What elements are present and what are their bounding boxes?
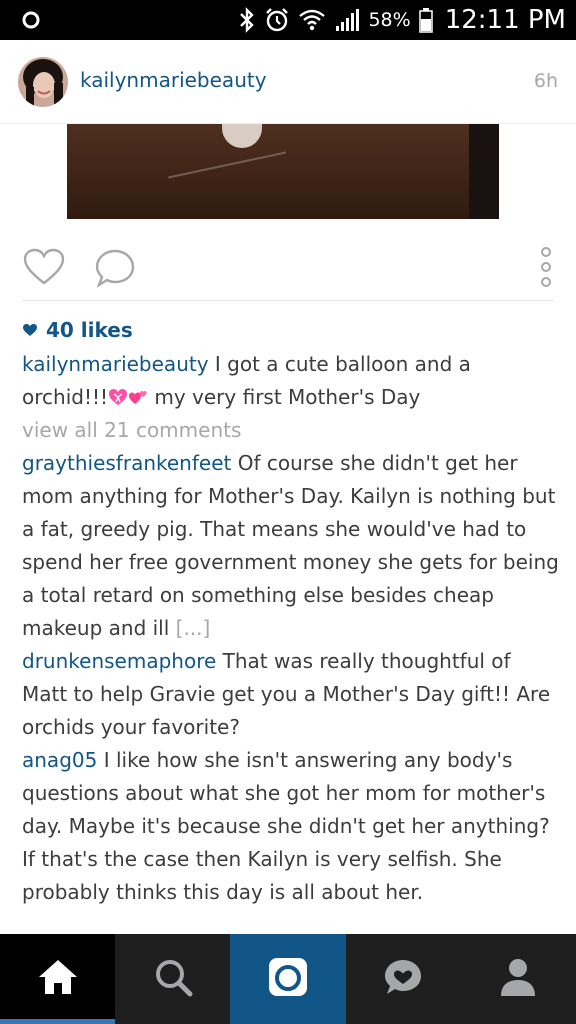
post-details: 40 likes kailynmariebeauty I got a cute …	[22, 312, 562, 909]
view-all-comments-link[interactable]: view all 21 comments	[22, 414, 562, 447]
post-actions	[0, 230, 576, 300]
caption-text-end: my very first Mother's Day	[148, 385, 421, 409]
comment-text: I like how she isn't answering any body'…	[22, 748, 550, 904]
comment-icon[interactable]	[94, 248, 136, 288]
caption: kailynmariebeauty I got a cute balloon a…	[22, 348, 562, 414]
nav-camera-tab[interactable]	[230, 934, 346, 1024]
clock: 12:11 PM	[444, 5, 566, 35]
status-bar: 58% 12:11 PM	[0, 0, 576, 40]
post-photo[interactable]	[67, 124, 499, 219]
post-header: kailynmariebeauty 6h	[0, 40, 576, 124]
photo-string	[168, 151, 286, 179]
comment-text: Of course she didn't get her mom anythin…	[22, 451, 559, 640]
signal-icon	[334, 8, 360, 32]
camera-icon	[266, 955, 310, 1003]
bottom-nav	[0, 934, 576, 1024]
alarm-icon	[264, 7, 290, 33]
post-timestamp: 6h	[533, 70, 558, 92]
comment: drunkensemaphore That was really thought…	[22, 645, 562, 744]
comment-username[interactable]: graythiesfrankenfeet	[22, 451, 231, 475]
post-username[interactable]: kailynmariebeauty	[80, 68, 267, 92]
search-icon	[152, 956, 194, 1002]
avatar[interactable]	[18, 57, 68, 107]
sync-icon	[20, 9, 42, 31]
profile-icon	[498, 956, 538, 1002]
two-hearts-emoji	[128, 383, 148, 404]
comment: anag05 I like how she isn't answering an…	[22, 744, 562, 909]
activity-icon	[381, 956, 425, 1002]
battery-icon	[418, 7, 433, 33]
home-icon	[36, 957, 80, 1001]
nav-home-tab[interactable]	[0, 934, 116, 1024]
nav-search-tab[interactable]	[115, 934, 230, 1024]
more-options-icon[interactable]	[535, 244, 557, 290]
small-heart-icon	[23, 324, 37, 336]
heart-with-ribbon-emoji	[108, 383, 128, 405]
bluetooth-icon	[238, 7, 256, 33]
photo-shadow	[469, 124, 499, 219]
photo-cup	[222, 124, 262, 148]
likes-label: 40 likes	[46, 317, 133, 342]
wifi-icon	[298, 8, 326, 32]
heart-icon[interactable]	[22, 248, 66, 286]
divider	[22, 300, 554, 301]
nav-activity-tab[interactable]	[346, 934, 461, 1024]
comment: graythiesfrankenfeet Of course she didn'…	[22, 447, 562, 645]
comment-username[interactable]: drunkensemaphore	[22, 649, 216, 673]
comment-username[interactable]: anag05	[22, 748, 97, 772]
comment-more-link[interactable]: [...]	[176, 616, 211, 640]
likes-count[interactable]: 40 likes	[22, 312, 562, 348]
battery-percent: 58%	[368, 9, 411, 31]
caption-username[interactable]: kailynmariebeauty	[22, 352, 209, 376]
nav-profile-tab[interactable]	[461, 934, 576, 1024]
